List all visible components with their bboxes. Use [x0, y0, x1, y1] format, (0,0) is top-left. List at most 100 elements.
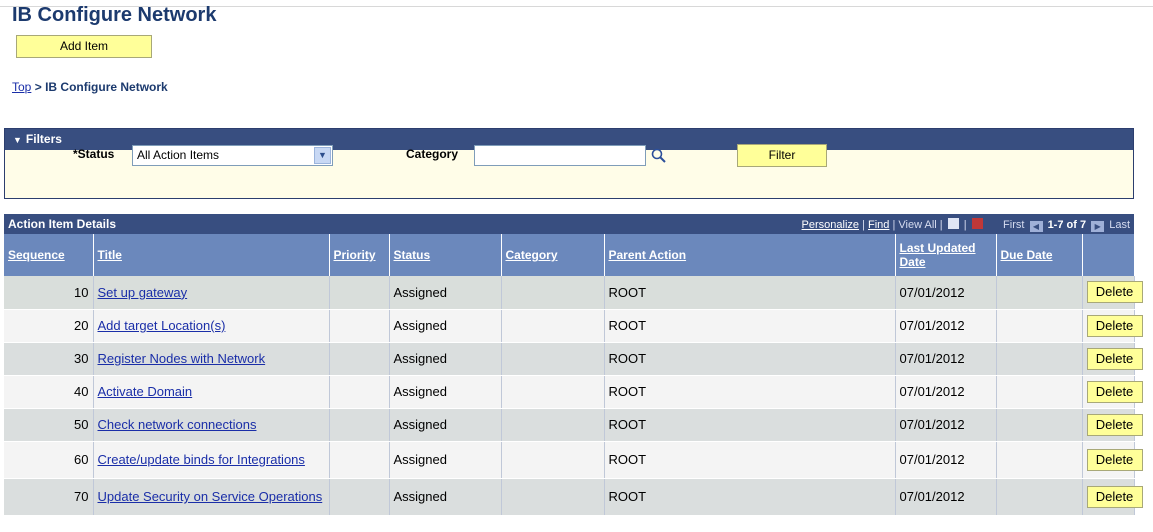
last-label: Last [1109, 219, 1130, 231]
column-header-sequence[interactable]: Sequence [4, 234, 94, 276]
nav-separator: | [939, 219, 943, 231]
first-label: First [1003, 219, 1025, 231]
column-header-title[interactable]: Title [93, 234, 330, 276]
row-title-link[interactable]: Create/update binds for Integrations [98, 452, 305, 467]
row-parent-action: ROOT [604, 276, 896, 310]
personalize-link[interactable]: Personalize [802, 219, 859, 231]
magnifier-icon[interactable] [650, 147, 668, 165]
column-header-parent-action[interactable]: Parent Action [604, 234, 896, 276]
row-title-link[interactable]: Check network connections [98, 417, 257, 432]
column-header-due-date[interactable]: Due Date [996, 234, 1083, 276]
zoom-icon[interactable] [947, 218, 959, 229]
row-title-link[interactable]: Add target Location(s) [98, 318, 226, 333]
row-title-link[interactable]: Set up gateway [98, 285, 188, 300]
row-parent-action: ROOT [604, 441, 896, 479]
delete-button[interactable]: Delete [1086, 485, 1143, 508]
status-select[interactable]: All Action Items ▼ [132, 145, 333, 166]
row-due-date [996, 342, 1083, 376]
row-title-link[interactable]: Register Nodes with Network [98, 351, 266, 366]
filters-panel: ▼ Filters *Status All Action Items ▼ Cate… [4, 128, 1134, 199]
row-status: Assigned [389, 342, 502, 376]
column-header-last-updated[interactable]: Last Updated Date [895, 234, 997, 276]
delete-button[interactable]: Delete [1086, 413, 1143, 436]
row-title-cell: Activate Domain [93, 375, 330, 409]
filter-button[interactable]: Filter [737, 144, 827, 167]
row-last-updated: 07/01/2012 [895, 309, 997, 343]
spreadsheet-icon[interactable] [971, 218, 983, 229]
row-title-link[interactable]: Activate Domain [98, 384, 193, 399]
table-row: 60 Create/update binds for Integrations As… [4, 441, 1143, 479]
collapse-triangle-icon[interactable]: ▼ [13, 135, 22, 145]
status-select-value: All Action Items [137, 148, 220, 162]
row-priority [329, 408, 390, 442]
row-sequence: 60 [4, 441, 94, 479]
column-header-category[interactable]: Category [501, 234, 605, 276]
delete-button[interactable]: Delete [1086, 347, 1143, 370]
table-row: 10 Set up gateway Assigned ROOT 07/01/2012 De… [4, 276, 1143, 310]
row-category [501, 342, 605, 376]
row-sequence: 10 [4, 276, 94, 310]
row-parent-action: ROOT [604, 478, 896, 516]
nav-separator: | [963, 219, 967, 231]
breadcrumb: Top > IB Configure Network [12, 80, 168, 94]
breadcrumb-separator: > [34, 80, 42, 94]
view-all-link: View All [898, 219, 937, 231]
row-status: Assigned [389, 441, 502, 479]
grid-title: Action Item Details [8, 217, 117, 231]
find-link[interactable]: Find [868, 219, 889, 231]
row-due-date [996, 309, 1083, 343]
row-title-cell: Set up gateway [93, 276, 330, 310]
chevron-down-icon[interactable]: ▼ [314, 147, 331, 164]
grid-header: Action Item Details Personalize | Find |… [4, 214, 1134, 234]
arrow-left-icon: ◀ [1029, 221, 1043, 232]
row-title-cell: Register Nodes with Network [93, 342, 330, 376]
row-range: 1-7 of 7 [1047, 219, 1087, 231]
delete-button[interactable]: Delete [1086, 448, 1143, 471]
row-category [501, 276, 605, 310]
table-row: 40 Activate Domain Assigned ROOT 07/01/2012 D… [4, 375, 1143, 409]
column-header-status[interactable]: Status [389, 234, 502, 276]
arrow-right-icon: ▶ [1091, 221, 1105, 232]
table-row: 50 Check network connections Assigned ROOT 0… [4, 408, 1143, 442]
nav-separator: | [862, 219, 865, 231]
row-priority [329, 309, 390, 343]
row-actions: Delete [1082, 478, 1143, 516]
row-sequence: 50 [4, 408, 94, 442]
row-last-updated: 07/01/2012 [895, 375, 997, 409]
grid-navigation: Personalize | Find | View All | | First … [802, 218, 1130, 232]
delete-button[interactable]: Delete [1086, 380, 1143, 403]
table-row: 70 Update Security on Service Operations A… [4, 478, 1143, 516]
row-priority [329, 342, 390, 376]
row-category [501, 375, 605, 409]
category-input[interactable] [474, 145, 646, 166]
row-parent-action: ROOT [604, 408, 896, 442]
row-category [501, 309, 605, 343]
column-header-priority[interactable]: Priority [329, 234, 390, 276]
row-last-updated: 07/01/2012 [895, 342, 997, 376]
row-category [501, 408, 605, 442]
row-parent-action: ROOT [604, 309, 896, 343]
breadcrumb-current: IB Configure Network [45, 80, 168, 94]
delete-button[interactable]: Delete [1086, 314, 1143, 337]
row-actions: Delete [1082, 408, 1143, 442]
row-status: Assigned [389, 478, 502, 516]
row-title-link[interactable]: Update Security on Service Operations [98, 489, 323, 504]
delete-button[interactable]: Delete [1086, 281, 1143, 304]
row-status: Assigned [389, 276, 502, 310]
row-priority [329, 441, 390, 479]
row-actions: Delete [1082, 276, 1143, 310]
category-label: Category [406, 147, 459, 161]
row-due-date [996, 276, 1083, 310]
row-priority [329, 375, 390, 409]
table-row: 30 Register Nodes with Network Assigned ROO… [4, 342, 1143, 376]
nav-separator: | [892, 219, 896, 231]
row-title-cell: Add target Location(s) [93, 309, 330, 343]
row-due-date [996, 408, 1083, 442]
add-item-button[interactable]: Add Item [16, 35, 152, 58]
breadcrumb-top-link[interactable]: Top [12, 80, 31, 94]
row-sequence: 40 [4, 375, 94, 409]
row-title-cell: Create/update binds for Integrations [93, 441, 330, 479]
column-header-actions [1082, 234, 1135, 276]
row-due-date [996, 375, 1083, 409]
row-last-updated: 07/01/2012 [895, 478, 997, 516]
